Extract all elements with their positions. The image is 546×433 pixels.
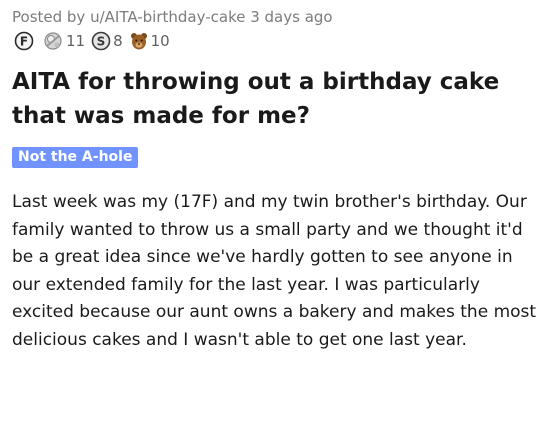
silver-award-icon [42, 31, 64, 51]
post-meta[interactable]: Posted by u/AITA-birthday-cake 3 days ag… [12, 6, 538, 28]
f-award-icon: F [14, 31, 34, 51]
award-s[interactable]: S 8 [91, 31, 123, 51]
svg-text:S: S [97, 35, 106, 49]
post-body: Last week was my (17F) and my twin broth… [12, 192, 537, 350]
awards-row[interactable]: F 11 S 8 10 [12, 29, 538, 53]
s-award-icon: S [91, 31, 111, 51]
post-flair[interactable]: Not the A-hole [12, 147, 139, 168]
award-count: 10 [150, 32, 170, 50]
award-bear[interactable]: 10 [129, 31, 170, 51]
post-title[interactable]: AITA for throwing out a birthday cake th… [12, 65, 534, 133]
award-count: 11 [66, 32, 86, 50]
award-f[interactable]: F [14, 31, 36, 51]
bear-award-icon [129, 31, 149, 51]
award-silver[interactable]: 11 [42, 31, 85, 51]
award-count: 8 [113, 32, 123, 50]
svg-text:F: F [20, 35, 28, 49]
post: Posted by u/AITA-birthday-cake 3 days ag… [12, 6, 538, 354]
